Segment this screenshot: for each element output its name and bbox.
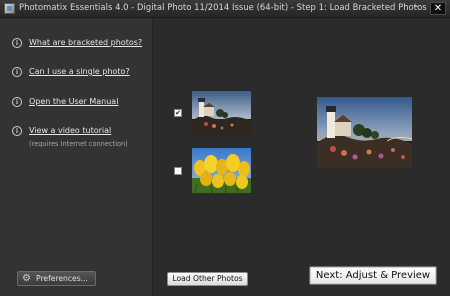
preferences-button[interactable]: ⚙ Preferences... xyxy=(17,271,96,286)
photo-thumbnail-lighthouse[interactable] xyxy=(192,91,251,135)
photo-checkbox-2[interactable] xyxy=(174,167,182,175)
lighthouse-image xyxy=(192,91,251,135)
load-other-photos-button[interactable]: Load Other Photos xyxy=(167,272,248,286)
info-icon: i xyxy=(12,67,22,77)
next-adjust-preview-button[interactable]: Next: Adjust & Preview xyxy=(309,266,437,285)
minimize-button[interactable]: – xyxy=(409,2,423,15)
help-panel: i What are bracketed photos? i Can I use… xyxy=(0,19,153,296)
close-button[interactable]: ✕ xyxy=(430,2,446,15)
tulips-image xyxy=(192,148,251,193)
help-link-user-manual[interactable]: Open the User Manual xyxy=(29,97,118,106)
preview-lighthouse-image xyxy=(317,97,412,168)
gear-icon: ⚙ xyxy=(22,273,31,284)
help-link-single-photo[interactable]: Can I use a single photo? xyxy=(29,67,130,76)
photo-checkbox-1[interactable]: ✔ xyxy=(174,109,182,117)
preview-image-lighthouse xyxy=(317,97,412,168)
title-bar: Photomatix Essentials 4.0 - Digital Phot… xyxy=(0,0,450,18)
help-link-bracketed[interactable]: What are bracketed photos? xyxy=(29,38,142,47)
help-link-video-tutorial[interactable]: View a video tutorial xyxy=(29,126,111,135)
preferences-label: Preferences... xyxy=(36,274,88,283)
info-icon: i xyxy=(12,97,22,107)
app-icon xyxy=(4,3,15,14)
info-icon: i xyxy=(12,126,22,136)
info-icon: i xyxy=(12,38,22,48)
video-tutorial-note: (requires Internet connection) xyxy=(29,140,128,148)
window-title: Photomatix Essentials 4.0 - Digital Phot… xyxy=(19,2,427,12)
photo-thumbnail-tulips[interactable] xyxy=(192,148,251,193)
